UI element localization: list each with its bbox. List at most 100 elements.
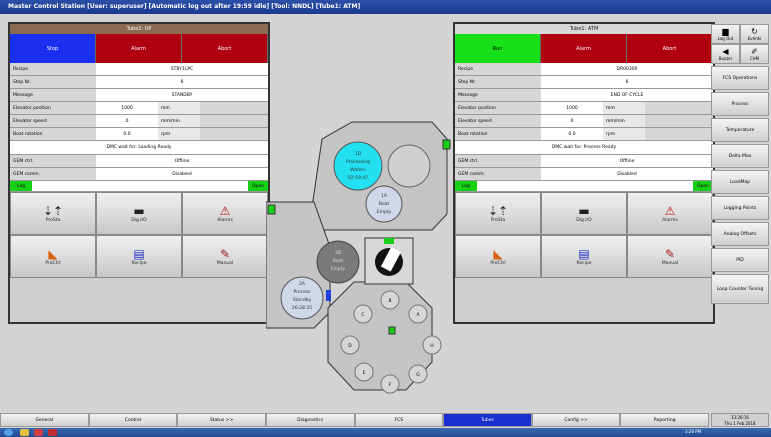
app-icon[interactable]: [48, 429, 57, 436]
processing-slot-label: 1D: [355, 151, 362, 157]
log-indicator[interactable]: Log: [10, 181, 32, 191]
stocker-indicator: [388, 326, 396, 335]
tube-state-row: Stop Alarm Abort: [10, 34, 268, 63]
tab-general[interactable]: General: [0, 413, 89, 427]
log-bar: Log Open: [455, 181, 713, 192]
param-boat-rotation: Boat rotation 0.0 rpm: [10, 128, 268, 141]
alarms-button[interactable]: ⚠ Alarms: [182, 192, 268, 235]
processing-status: Processing: [346, 159, 370, 165]
proctrl-button[interactable]: ◣ ProCtrl: [455, 235, 541, 278]
standby-time: 26:28:35: [292, 305, 312, 311]
dmc-status: DMC wait for: Process Ready: [455, 141, 713, 155]
tube-title: Tube1: ATM: [455, 24, 713, 34]
recipe-button[interactable]: ▤ Recipe: [541, 235, 627, 278]
param-recipe: Recipe DR00300: [455, 63, 713, 76]
log-indicator[interactable]: Log: [455, 181, 477, 191]
param-elevator-speed: Elevator speed 0 mm/min: [455, 115, 713, 128]
process-map: 1D Processing Wafers 02:59:47 1A Boat Em…: [266, 121, 451, 394]
fcs-operations-button[interactable]: FCS Operations: [711, 66, 769, 90]
prosta-button[interactable]: ⇣⇡ ProSta: [455, 192, 541, 235]
boat-status-2: Empty: [377, 209, 392, 215]
app-icon[interactable]: [34, 429, 43, 436]
process-button[interactable]: Process: [711, 92, 769, 116]
param-elevator-position: Elevator position 1000 mm: [455, 102, 713, 115]
gem-comm: GEM comm. Disabled: [455, 168, 713, 181]
side-top-buttons: ▆ Log Out ↻ Events ◀ Buzzer ✐ CHM: [711, 24, 769, 64]
os-taskbar: 3:26 PM: [0, 428, 771, 437]
digio-icon: ▬: [133, 204, 145, 218]
param-step: Step Nr. 6: [455, 76, 713, 89]
manual-icon: ✎: [219, 247, 231, 261]
processing-circle[interactable]: [333, 141, 383, 191]
processing-time: 02:59:47: [348, 175, 368, 181]
digio-button[interactable]: ▬ Dig.I/O: [96, 192, 182, 235]
prosta-button[interactable]: ⇣⇡ ProSta: [10, 192, 96, 235]
events-button[interactable]: ↻ Events: [740, 24, 769, 44]
loop-counter-tuning-button[interactable]: Loop Counter Tuning: [711, 274, 769, 304]
stocker-slot-e: E: [363, 370, 366, 376]
tube-state-row: Run Alarm Abort: [455, 34, 713, 63]
tab-status[interactable]: Status >>: [177, 413, 266, 427]
recipe-icon: ▤: [133, 247, 145, 261]
open-indicator[interactable]: Open: [248, 181, 268, 191]
log-bar: Log Open: [10, 181, 268, 192]
delta-max-button[interactable]: Delta Max: [711, 144, 769, 168]
standby-status: Process: [293, 289, 311, 295]
speaker-icon: ◀: [722, 47, 729, 56]
state-alarm[interactable]: Alarm: [96, 34, 182, 63]
alarm-icon: ⚠: [219, 204, 231, 218]
blue-indicator: [326, 290, 331, 301]
tube-panel-left: Tube2: UP Stop Alarm Abort Recipe STBY1LP…: [8, 22, 270, 324]
tab-tubes[interactable]: Tubes: [443, 413, 532, 427]
tray-clock: 3:26 PM: [685, 429, 702, 434]
buzzer-button[interactable]: ◀ Buzzer: [711, 44, 740, 64]
digio-button[interactable]: ▬ Dig.I/O: [541, 192, 627, 235]
boat-status-1: Boat: [379, 201, 390, 207]
tab-reporting[interactable]: Reporting: [620, 413, 709, 427]
param-step: Step Nr. 6: [10, 76, 268, 89]
manual-button[interactable]: ✎ Manual: [627, 235, 713, 278]
state-alarm[interactable]: Alarm: [541, 34, 627, 63]
gem-ctrl: GEM ctrl. Offline: [10, 155, 268, 168]
alarm-icon: ⚠: [664, 204, 676, 218]
temperature-button[interactable]: Temperature: [711, 118, 769, 142]
stocker-slot-g: G: [416, 372, 420, 378]
proctrl-icon: ◣: [493, 247, 503, 261]
param-recipe: Recipe STBY1LPC: [10, 63, 268, 76]
tube-panel-right: Tube1: ATM Run Alarm Abort Recipe DR00300…: [453, 22, 715, 324]
chm-button[interactable]: ✐ CHM: [740, 44, 769, 64]
tube-title: Tube2: UP: [10, 24, 268, 34]
window-title: Master Control Station [User: superuser]…: [0, 0, 771, 14]
param-message: Message END OF CYCLE: [455, 89, 713, 102]
app-window: Master Control Station [User: superuser]…: [0, 0, 771, 437]
start-button[interactable]: [4, 429, 13, 436]
empty-position-circle[interactable]: [387, 144, 431, 188]
alarms-button[interactable]: ⚠ Alarms: [627, 192, 713, 235]
tab-config[interactable]: Config >>: [531, 413, 621, 427]
logging-points-button[interactable]: Logging Points: [711, 196, 769, 220]
state-abort[interactable]: Abort: [627, 34, 713, 63]
param-message: Message STANDBY: [10, 89, 268, 102]
side-panel: ▆ Log Out ↻ Events ◀ Buzzer ✐ CHM FCS Operat…: [711, 24, 769, 304]
state-stop[interactable]: Stop: [10, 34, 96, 63]
boat-status-2: Empty: [331, 266, 346, 272]
tab-fcs[interactable]: FCS: [354, 413, 444, 427]
loadmap-button[interactable]: LoadMap: [711, 170, 769, 194]
logout-button[interactable]: ▆ Log Out: [711, 24, 740, 44]
tab-control[interactable]: Control: [88, 413, 178, 427]
tube-button-grid: ⇣⇡ ProSta ▬ Dig.I/O ⚠ Alarms ◣ ProCtrl ▤ Reci…: [10, 192, 268, 278]
stocker-slot-f: F: [389, 382, 392, 388]
processing-item: Wafers: [350, 167, 366, 173]
analog-offsets-button[interactable]: Analog Offsets: [711, 222, 769, 246]
pid-button[interactable]: PID: [711, 248, 769, 272]
recipe-button[interactable]: ▤ Recipe: [96, 235, 182, 278]
tab-diagnostics[interactable]: Diagnostics: [265, 413, 355, 427]
proctrl-icon: ◣: [48, 247, 58, 261]
clock: 13:26:16 Thu 1 Feb 2018: [711, 413, 769, 427]
folder-icon[interactable]: [20, 429, 29, 436]
manual-button[interactable]: ✎ Manual: [182, 235, 268, 278]
state-run[interactable]: Run: [455, 34, 541, 63]
proctrl-button[interactable]: ◣ ProCtrl: [10, 235, 96, 278]
state-abort[interactable]: Abort: [182, 34, 268, 63]
open-indicator[interactable]: Open: [693, 181, 713, 191]
